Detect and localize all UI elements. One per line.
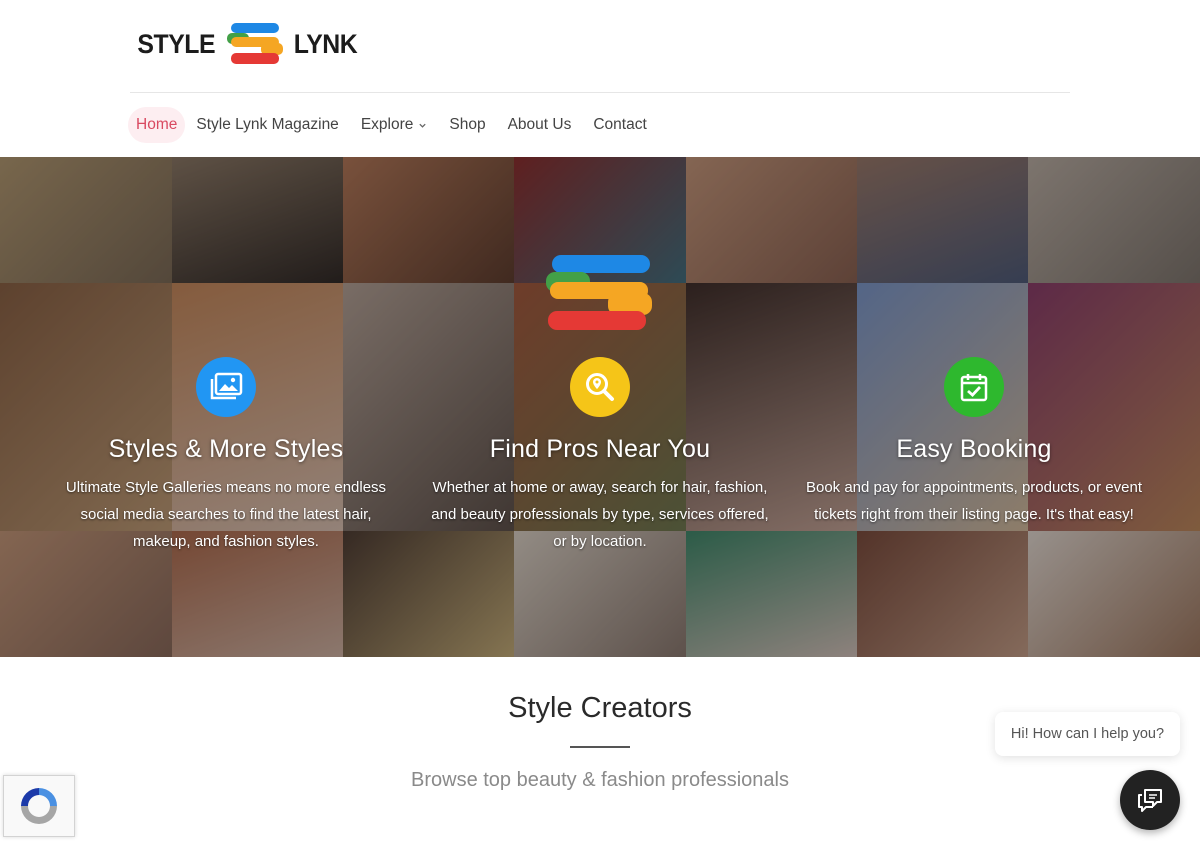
site-header: STYLE LYNK Home Style Lynk Magazine Expl…: [0, 0, 1200, 157]
chat-launcher-button[interactable]: [1120, 770, 1180, 830]
feature-find-pros-badge: [570, 357, 630, 417]
search-location-icon: [586, 373, 614, 401]
feature-booking: Easy Booking Book and pay for appointmen…: [794, 357, 1154, 528]
recaptcha-icon: [21, 788, 57, 824]
feature-find-pros: Find Pros Near You Whether at home or aw…: [420, 357, 780, 555]
main-nav: Home Style Lynk Magazine Explore Shop Ab…: [128, 107, 658, 143]
logo-word-style: STYLE: [137, 28, 216, 59]
section-title-underline: [570, 746, 630, 748]
feature-booking-badge: [944, 357, 1004, 417]
feature-booking-text: Book and pay for appointments, products,…: [805, 479, 1143, 523]
nav-item-about[interactable]: About Us: [497, 107, 583, 143]
hero-banner: Styles & More Styles Ultimate Style Gall…: [0, 157, 1200, 657]
recaptcha-badge[interactable]: [3, 775, 75, 837]
calendar-check-icon: [960, 374, 988, 402]
chat-greeting-bubble[interactable]: Hi! How can I help you?: [995, 712, 1180, 756]
hero-logo-s-icon: [546, 255, 652, 330]
feature-styles-title: Styles & More Styles: [108, 435, 344, 463]
nav-item-contact[interactable]: Contact: [582, 107, 657, 143]
feature-styles-text: Ultimate Style Galleries means no more e…: [65, 479, 387, 550]
header-divider: [130, 92, 1070, 93]
feature-find-pros-text: Whether at home or away, search for hair…: [431, 479, 769, 550]
nav-item-home[interactable]: Home: [128, 107, 186, 143]
feature-styles: Styles & More Styles Ultimate Style Gall…: [46, 357, 406, 555]
nav-item-explore[interactable]: Explore: [350, 107, 439, 143]
logo-s-icon: [226, 23, 283, 64]
feature-find-pros-title: Find Pros Near You: [489, 435, 711, 463]
chevron-down-icon: [419, 123, 427, 128]
gallery-icon: [210, 372, 243, 400]
feature-styles-badge: [196, 357, 256, 417]
feature-booking-title: Easy Booking: [896, 435, 1052, 463]
nav-item-shop[interactable]: Shop: [438, 107, 496, 143]
section-subtitle: Browse top beauty & fashion professional…: [411, 769, 789, 791]
logo-word-lynk: LYNK: [293, 28, 357, 59]
nav-item-explore-label: Explore: [360, 116, 414, 133]
chat-icon: [1138, 789, 1162, 812]
nav-item-magazine[interactable]: Style Lynk Magazine: [185, 107, 349, 143]
site-logo[interactable]: STYLE LYNK: [134, 22, 360, 66]
